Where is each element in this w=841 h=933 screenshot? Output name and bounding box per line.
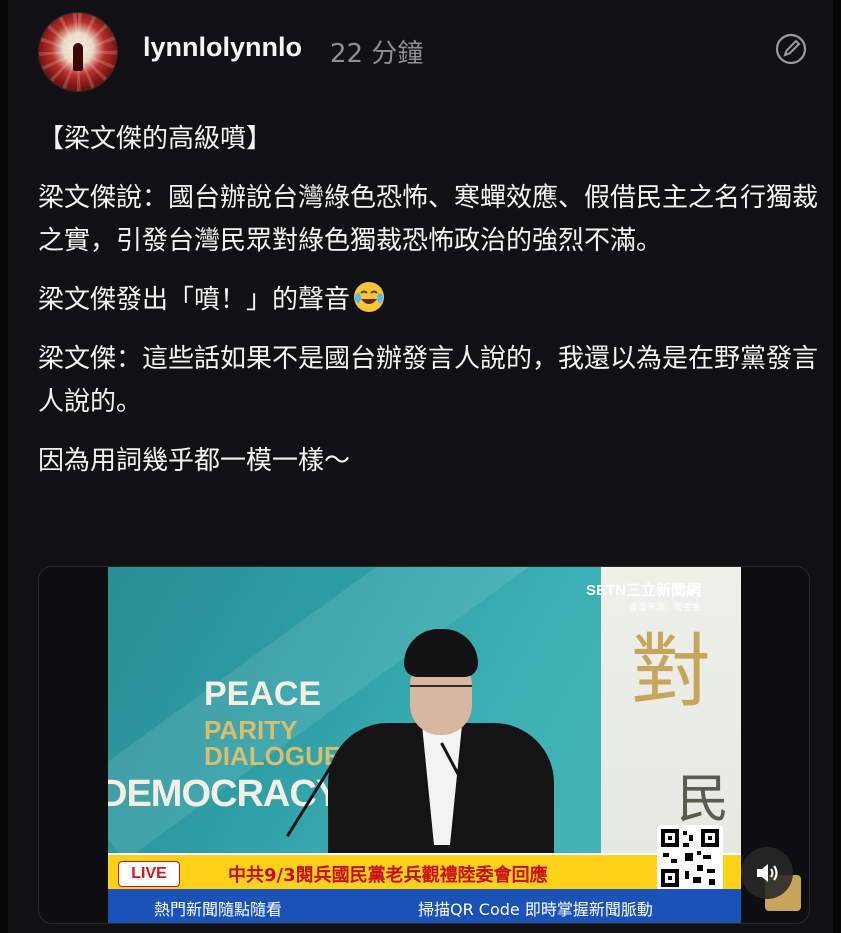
news-headline-bar: LIVE 中共9/3閱兵國民黨老兵觀禮陸委會回應 xyxy=(108,853,741,891)
post-paragraph: 因為用詞幾乎都一模一樣～ xyxy=(38,446,351,476)
post-card: lynnlolynnlo 22 分鐘 【梁文傑的高級噴】 梁文傑說：國台辦說台灣… xyxy=(8,0,833,933)
username-link[interactable]: lynnlolynnlo xyxy=(143,32,302,63)
source-note: 畫面來源：陸委會 xyxy=(628,603,701,613)
right-frame xyxy=(833,0,841,933)
avatar[interactable] xyxy=(38,12,118,92)
qr-code-icon xyxy=(657,825,723,891)
channel-logo: SETN三立新聞網 xyxy=(585,582,701,599)
sound-toggle-button[interactable] xyxy=(741,847,793,899)
speaker-volume-icon xyxy=(757,864,778,882)
post-body: 【梁文傑的高級噴】 梁文傑說：國台辦說台灣綠色恐怖、寒蟬效應、假借民主之名行獨裁… xyxy=(38,118,818,499)
post-paragraph: 梁文傑：這些話如果不是國台辦發言人說的，我還以為是在野黨發言人說的。 xyxy=(38,344,819,417)
news-headline: 中共9/3閱兵國民黨老兵觀禮陸委會回應 xyxy=(228,865,548,886)
video-player[interactable]: 對 民 PEACE PARITY DIALOGUE DEMOCRACY SETN… xyxy=(38,566,810,924)
post-paragraph: 梁文傑說：國台辦說台灣綠色恐怖、寒蟬效應、假借民主之名行獨裁之實，引發台灣民眾對… xyxy=(38,183,819,256)
post-paragraph: 梁文傑發出「噴！」的聲音 xyxy=(38,279,818,322)
speaker-glasses xyxy=(410,685,472,699)
ticker-text: 掃描QR Code 即時掌握新聞脈動 xyxy=(418,900,653,919)
video-frame[interactable]: 對 民 PEACE PARITY DIALOGUE DEMOCRACY SETN… xyxy=(108,567,741,923)
avatar-figure xyxy=(73,43,83,71)
post-paragraph-text: 梁文傑發出「噴！」的聲音 xyxy=(38,285,351,315)
news-ticker: 熱門新聞隨點隨看 掃描QR Code 即時掌握新聞脈動 xyxy=(108,889,741,923)
post-time: 22 分鐘 xyxy=(330,39,424,69)
edit-icon[interactable] xyxy=(774,32,808,66)
post-title: 【梁文傑的高級噴】 xyxy=(38,124,273,154)
backdrop-calligraphy: 民 xyxy=(676,770,729,830)
laughing-emoji-icon xyxy=(352,280,386,314)
channel-watermark: SETN三立新聞網 畫面來源：陸委會 xyxy=(586,579,701,613)
ticker-text: 熱門新聞隨點隨看 xyxy=(154,900,283,919)
live-badge: LIVE xyxy=(118,861,180,887)
speaker-hair xyxy=(404,629,478,677)
backdrop-word: PEACE xyxy=(204,675,322,713)
left-frame xyxy=(0,0,8,933)
backdrop-calligraphy: 對 xyxy=(631,625,711,718)
